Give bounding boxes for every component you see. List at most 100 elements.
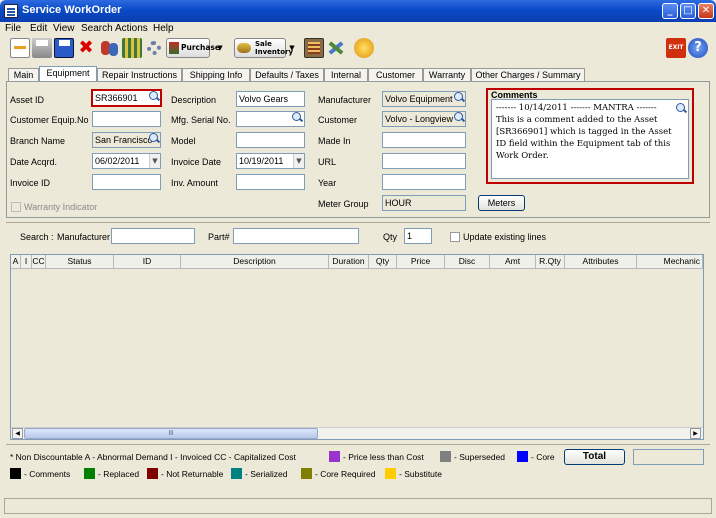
part-input[interactable] [233, 228, 359, 244]
inventory-icon[interactable] [122, 38, 142, 58]
window-title: Service WorkOrder [22, 4, 122, 16]
date-acqrd-dropdown-icon[interactable]: ▼ [149, 154, 160, 168]
mfg-serial-search-icon[interactable] [291, 112, 303, 124]
invoice-date-value: 10/19/2011 [239, 156, 284, 166]
model-field[interactable] [236, 132, 305, 148]
year-label: Year [318, 178, 337, 188]
tab-other-charges-summary[interactable]: Other Charges / Summary [471, 68, 585, 82]
legend-not-returnable: - Not Returnable [161, 469, 224, 479]
branch-name-value: San Francisco [95, 135, 153, 145]
tab-repair-instructions[interactable]: Repair Instructions [97, 68, 182, 82]
meters-button[interactable]: Meters [478, 195, 525, 211]
asset-id-search-icon[interactable] [148, 91, 160, 103]
delete-icon[interactable]: ✖ [76, 38, 96, 58]
search-manufacturer-input[interactable] [111, 228, 195, 244]
meter-group-field[interactable]: HOUR [382, 195, 466, 211]
customer-value: Volvo - Longview [385, 114, 454, 124]
users-icon[interactable] [100, 38, 120, 58]
reports-icon[interactable] [304, 38, 324, 58]
tab-customer[interactable]: Customer [368, 68, 423, 82]
purchase-button[interactable]: Purchase [166, 38, 220, 58]
legend-comments-swatch [10, 468, 21, 479]
parts-grid[interactable]: A I CC Status ID Description Duration Qt… [10, 254, 704, 440]
coins-icon[interactable] [354, 38, 374, 58]
made-in-field[interactable] [382, 132, 466, 148]
comments-body: This is a comment added to the Asset [SR… [496, 115, 672, 161]
qty-label: Qty [383, 232, 398, 242]
menu-view[interactable]: View [53, 23, 75, 34]
tab-main[interactable]: Main [8, 68, 39, 82]
customer-equip-field[interactable] [92, 111, 161, 127]
purchase-dropdown-icon[interactable]: ▼ [216, 38, 224, 58]
col-duration[interactable]: Duration [329, 255, 369, 269]
branch-search-icon[interactable] [148, 133, 160, 145]
scroll-thumb[interactable]: lll [24, 428, 318, 439]
invoice-date-dropdown-icon[interactable]: ▼ [293, 154, 304, 168]
inv-amount-label: Inv. Amount [171, 178, 218, 188]
menu-file[interactable]: File [5, 23, 21, 34]
col-a[interactable]: A [11, 255, 21, 269]
tab-defaults-taxes[interactable]: Defaults / Taxes [250, 68, 324, 82]
legend-core-required: - Core Required [315, 469, 376, 479]
menu-search[interactable]: Search [81, 23, 113, 34]
col-description[interactable]: Description [181, 255, 329, 269]
year-field[interactable] [382, 174, 466, 190]
scroll-left-icon[interactable]: ◀ [12, 428, 23, 439]
sale-dropdown-icon[interactable]: ▼ [288, 38, 296, 58]
legend-separator [6, 444, 710, 445]
col-qty[interactable]: Qty [369, 255, 397, 269]
col-id[interactable]: ID [114, 255, 181, 269]
invoice-id-label: Invoice ID [10, 178, 51, 188]
manufacturer-search-icon[interactable] [453, 92, 465, 104]
menu-edit[interactable]: Edit [30, 23, 47, 34]
date-acqrd-value: 06/02/2011 [95, 156, 140, 166]
branch-name-label: Branch Name [10, 136, 66, 146]
new-document-icon[interactable] [10, 38, 30, 58]
maximize-button[interactable]: □ [680, 3, 696, 19]
invoice-id-field[interactable] [92, 174, 161, 190]
inv-amount-field[interactable] [236, 174, 305, 190]
wrench-icon[interactable] [326, 38, 346, 58]
tab-shipping-info[interactable]: Shipping Info [182, 68, 250, 82]
print-icon[interactable] [32, 38, 52, 58]
col-attributes[interactable]: Attributes [565, 255, 637, 269]
settings-icon[interactable] [144, 38, 164, 58]
manufacturer-value: Volvo Equipment [385, 94, 453, 104]
comments-textarea[interactable]: ------- 10/14/2011 ------- MANTRA ------… [491, 99, 689, 179]
col-price[interactable]: Price [397, 255, 445, 269]
col-status[interactable]: Status [46, 255, 114, 269]
qty-input[interactable]: 1 [404, 228, 432, 244]
save-icon[interactable] [54, 38, 74, 58]
tab-internal[interactable]: Internal [324, 68, 368, 82]
sale-inventory-button[interactable]: Sale Inventory [234, 38, 293, 58]
asset-id-value: SR366901 [95, 93, 138, 103]
menu-actions[interactable]: Actions [115, 23, 148, 34]
col-disc[interactable]: Disc [445, 255, 490, 269]
warranty-indicator-checkbox[interactable] [11, 202, 21, 212]
horizontal-scrollbar[interactable]: ◀ lll ▶ [11, 427, 703, 439]
menu-help[interactable]: Help [153, 23, 174, 34]
legend-core-swatch [517, 451, 528, 462]
col-amt[interactable]: Amt [490, 255, 536, 269]
tab-equipment[interactable]: Equipment [39, 66, 97, 82]
total-button[interactable]: Total [564, 449, 625, 465]
customer-search-icon[interactable] [453, 112, 465, 124]
help-icon[interactable]: ? [688, 38, 708, 58]
warranty-indicator-label: Warranty Indicator [24, 202, 98, 212]
comments-search-icon[interactable] [675, 103, 687, 115]
close-button[interactable]: ✕ [698, 3, 714, 19]
tab-warranty[interactable]: Warranty [423, 68, 471, 82]
url-label: URL [318, 157, 337, 167]
update-existing-checkbox[interactable] [450, 232, 460, 242]
col-mechanic[interactable]: Mechanic [637, 255, 703, 269]
scroll-right-icon[interactable]: ▶ [690, 428, 701, 439]
col-rqty[interactable]: R.Qty [536, 255, 565, 269]
legend-comments: - Comments [24, 469, 71, 479]
col-i[interactable]: I [21, 255, 32, 269]
url-field[interactable] [382, 153, 466, 169]
col-cc[interactable]: CC [32, 255, 46, 269]
legend-replaced: - Replaced [98, 469, 140, 479]
minimize-button[interactable]: _ [662, 3, 678, 19]
exit-icon[interactable]: EXIT [666, 38, 686, 58]
description-field[interactable]: Volvo Gears [236, 91, 305, 107]
